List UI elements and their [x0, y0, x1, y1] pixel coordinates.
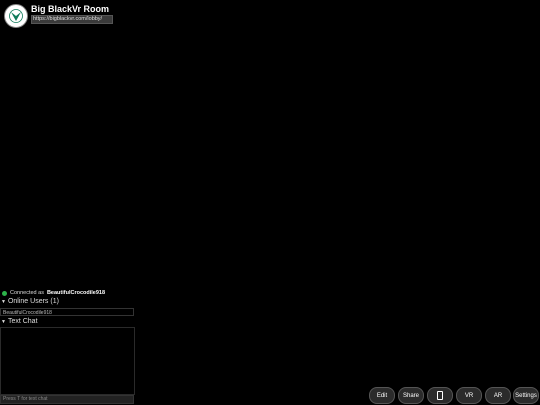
- online-users-toggle[interactable]: ▼ Online Users (1): [1, 298, 59, 305]
- status-prefix: Connected as: [10, 290, 44, 296]
- chat-messages-panel: [0, 327, 135, 395]
- ar-button[interactable]: AR: [485, 387, 511, 404]
- collapse-triangle-icon: ▼: [1, 298, 6, 305]
- room-url[interactable]: https://bigblackvr.com/lobby/: [31, 15, 113, 24]
- room-logo: [4, 4, 28, 28]
- vr-button[interactable]: VR: [456, 387, 482, 404]
- edit-button[interactable]: Edit: [369, 387, 395, 404]
- status-username: BeautifulCrocodile918: [46, 290, 106, 296]
- online-user-item[interactable]: BeautifulCrocodile918: [0, 308, 134, 316]
- collapse-triangle-icon: ▼: [1, 318, 6, 325]
- logo-icon: [9, 9, 23, 23]
- connection-status: Connected as BeautifulCrocodile918: [2, 290, 105, 296]
- room-title: Big BlackVr Room: [31, 4, 110, 14]
- phone-icon: [437, 391, 443, 400]
- phone-mode-button[interactable]: [427, 387, 453, 404]
- chat-input[interactable]: Press T for text chat: [0, 395, 134, 404]
- text-chat-toggle[interactable]: ▼ Text Chat: [1, 318, 38, 325]
- settings-button[interactable]: Settings: [513, 387, 539, 404]
- share-button[interactable]: Share: [398, 387, 424, 404]
- connected-indicator-icon: [2, 290, 7, 296]
- text-chat-header: Text Chat: [7, 318, 38, 325]
- online-users-header: Online Users (1): [7, 298, 59, 305]
